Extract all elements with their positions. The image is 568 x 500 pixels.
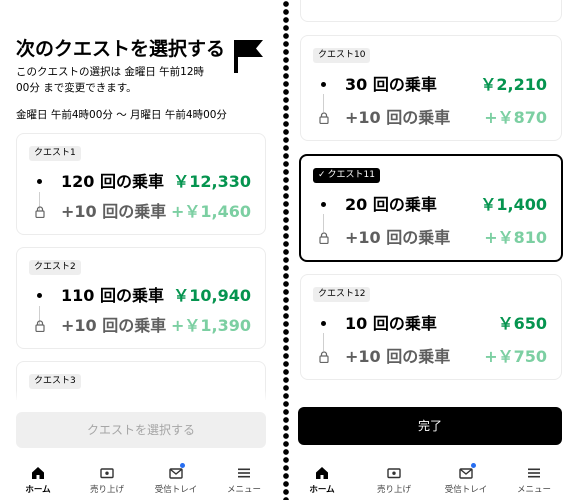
quest-card-10[interactable]: クエスト10 30 回の乗車 ￥2,210 +10 回の乗車 +￥870: [300, 35, 562, 141]
quest-amount: ￥650: [497, 314, 547, 333]
bonus-rides-count: +10 回の乗車: [61, 202, 167, 221]
nav-earnings[interactable]: 売り上げ: [360, 466, 428, 495]
rides-count: 10 回の乗車: [345, 314, 437, 333]
bonus-rides-count: +10 回の乗車: [61, 316, 167, 335]
lock-icon: [319, 232, 329, 244]
quest-amount: ￥10,940: [173, 286, 251, 305]
quest-list-panel-left: 次のクエストを選択する このクエストの選択は 金曜日 午前12時00分 まで変更…: [0, 0, 282, 500]
selection-deadline-text: このクエストの選択は 金曜日 午前12時00分 まで変更できます。: [16, 66, 205, 94]
home-icon: [32, 467, 44, 479]
bonus-amount: +￥810: [484, 228, 547, 247]
quest-badge: クエスト3: [29, 374, 81, 389]
bottom-nav: ホーム 売り上げ 受信トレイ メニュー: [0, 458, 282, 500]
nav-label: 受信トレイ: [154, 485, 198, 495]
select-quest-button[interactable]: クエストを選択する: [16, 412, 266, 448]
rides-count: 30 回の乗車: [345, 75, 437, 94]
nav-menu[interactable]: メニュー: [210, 466, 278, 495]
nav-label: 売り上げ: [89, 485, 124, 495]
flag-icon: [234, 40, 263, 73]
quest-amount: ￥12,330: [173, 172, 251, 191]
nav-label: メニュー: [516, 485, 551, 495]
checkmark-icon: ✓: [318, 170, 326, 180]
nav-earnings[interactable]: 売り上げ: [73, 466, 141, 495]
quest-card-9[interactable]: [300, 0, 562, 22]
menu-icon: [238, 468, 250, 478]
bonus-rides-count: +10 回の乗車: [345, 108, 451, 127]
nav-inbox[interactable]: 受信トレイ: [142, 466, 210, 495]
lock-icon: [319, 112, 329, 124]
menu-icon: [528, 468, 540, 478]
bonus-amount: +￥1,460: [170, 202, 251, 221]
rides-count: 120 回の乗車: [61, 172, 164, 191]
quest-badge: クエスト10: [313, 48, 371, 63]
quest-badge-selected: ✓ クエスト11: [313, 168, 380, 183]
page-title: 次のクエストを選択する: [16, 38, 226, 60]
bonus-amount: +￥750: [484, 347, 547, 366]
earnings-icon: [100, 468, 114, 479]
nav-inbox[interactable]: 受信トレイ: [432, 466, 500, 495]
quest-date-range: 金曜日 午前4時00分 ～ 月曜日 午前4時00分: [16, 109, 227, 121]
nav-label: 売り上げ: [376, 485, 411, 495]
bonus-rides-count: +10 回の乗車: [345, 347, 451, 366]
earnings-icon: [387, 468, 401, 479]
lock-icon: [319, 351, 329, 363]
inbox-icon: [169, 468, 183, 479]
quest-amount: ￥2,210: [480, 75, 547, 94]
quest-badge: クエスト1: [29, 146, 81, 161]
quest-badge: クエスト12: [313, 287, 371, 302]
quest-amount: ￥1,400: [480, 195, 547, 214]
bottom-nav: ホーム 売り上げ 受信トレイ メニュー: [290, 458, 568, 500]
lock-icon: [35, 206, 45, 218]
step-dot: [321, 321, 326, 326]
screenshot-divider: [282, 0, 290, 500]
nav-label: ホーム: [25, 485, 51, 495]
home-icon: [316, 467, 328, 479]
nav-home[interactable]: ホーム: [4, 466, 72, 495]
nav-label: ホーム: [309, 485, 335, 495]
step-dot: [37, 293, 42, 298]
nav-home[interactable]: ホーム: [290, 466, 356, 495]
done-button[interactable]: 完了: [298, 407, 562, 445]
quest-card-2[interactable]: クエスト2 110 回の乗車 ￥10,940 +10 回の乗車 +￥1,390: [16, 247, 266, 349]
nav-label: メニュー: [226, 485, 261, 495]
quest-card-1[interactable]: クエスト1 120 回の乗車 ￥12,330 +10 回の乗車 +￥1,460: [16, 133, 266, 235]
step-dot: [37, 179, 42, 184]
step-dot: [321, 202, 326, 207]
nav-menu[interactable]: メニュー: [500, 466, 568, 495]
quest-badge: クエスト2: [29, 260, 81, 275]
bonus-amount: +￥870: [484, 108, 547, 127]
step-dot: [321, 82, 326, 87]
inbox-icon: [459, 468, 473, 479]
bonus-amount: +￥1,390: [170, 316, 251, 335]
quest-card-11-selected[interactable]: ✓ クエスト11 20 回の乗車 ￥1,400 +10 回の乗車 +￥810: [299, 154, 563, 262]
quest-list-panel-right: クエスト10 30 回の乗車 ￥2,210 +10 回の乗車 +￥870 ✓ クエ…: [290, 0, 568, 500]
bonus-rides-count: +10 回の乗車: [345, 228, 451, 247]
rides-count: 20 回の乗車: [345, 195, 437, 214]
rides-count: 110 回の乗車: [61, 286, 164, 305]
notification-dot: [180, 463, 185, 468]
quest-card-12[interactable]: クエスト12 10 回の乗車 ￥650 +10 回の乗車 +￥750: [300, 274, 562, 380]
nav-label: 受信トレイ: [444, 485, 488, 495]
notification-dot: [471, 463, 476, 468]
lock-icon: [35, 320, 45, 332]
